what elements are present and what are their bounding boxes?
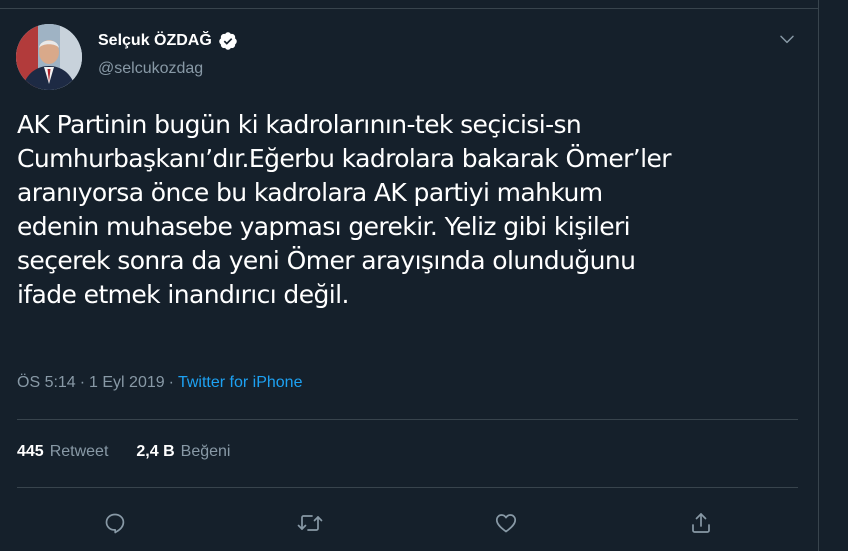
tweet-detail: Selçuk ÖZDAĞ @selcukozdag AK Partinin bu… [0, 0, 818, 551]
likes-count: 2,4 B [136, 443, 175, 460]
author-handle[interactable]: @selcukozdag [98, 60, 203, 78]
retweets-stat[interactable]: 445 Retweet [17, 443, 108, 461]
author-name-row: Selçuk ÖZDAĞ [98, 31, 238, 51]
heart-icon [495, 514, 517, 533]
verified-badge-icon [218, 31, 238, 51]
tweet-text: AK Partinin bugün ki kadrolarının-tek se… [17, 110, 672, 309]
likes-label: Beğeni [180, 443, 231, 460]
like-button[interactable] [489, 506, 523, 540]
tweet-metadata: ÖS 5:14 · 1 Eyl 2019 · Twitter for iPhon… [17, 374, 302, 392]
tweet-actions [0, 506, 818, 540]
chevron-down-icon [780, 35, 794, 44]
share-icon [692, 513, 710, 533]
more-options-button[interactable] [774, 28, 800, 50]
divider [17, 419, 798, 420]
column-border [818, 0, 819, 551]
retweets-label: Retweet [49, 443, 109, 460]
tweet-date[interactable]: 1 Eyl 2019 [89, 374, 165, 392]
retweets-count: 445 [17, 443, 44, 460]
tweet-source-link[interactable]: Twitter for iPhone [178, 374, 303, 392]
reply-button[interactable] [98, 506, 132, 540]
likes-stat[interactable]: 2,4 B Beğeni [136, 443, 230, 461]
divider [17, 487, 798, 488]
avatar-image [16, 24, 82, 90]
meta-separator: · [168, 374, 174, 391]
meta-separator: · [79, 374, 86, 391]
retweet-icon [297, 515, 323, 531]
avatar[interactable] [16, 24, 82, 90]
top-divider [0, 8, 818, 9]
share-button[interactable] [684, 506, 718, 540]
engagement-stats: 445 Retweet 2,4 B Beğeni [17, 443, 258, 461]
author-display-name[interactable]: Selçuk ÖZDAĞ [98, 32, 212, 50]
retweet-button[interactable] [293, 506, 327, 540]
tweet-time[interactable]: ÖS 5:14 [17, 374, 76, 392]
reply-icon [105, 513, 125, 534]
